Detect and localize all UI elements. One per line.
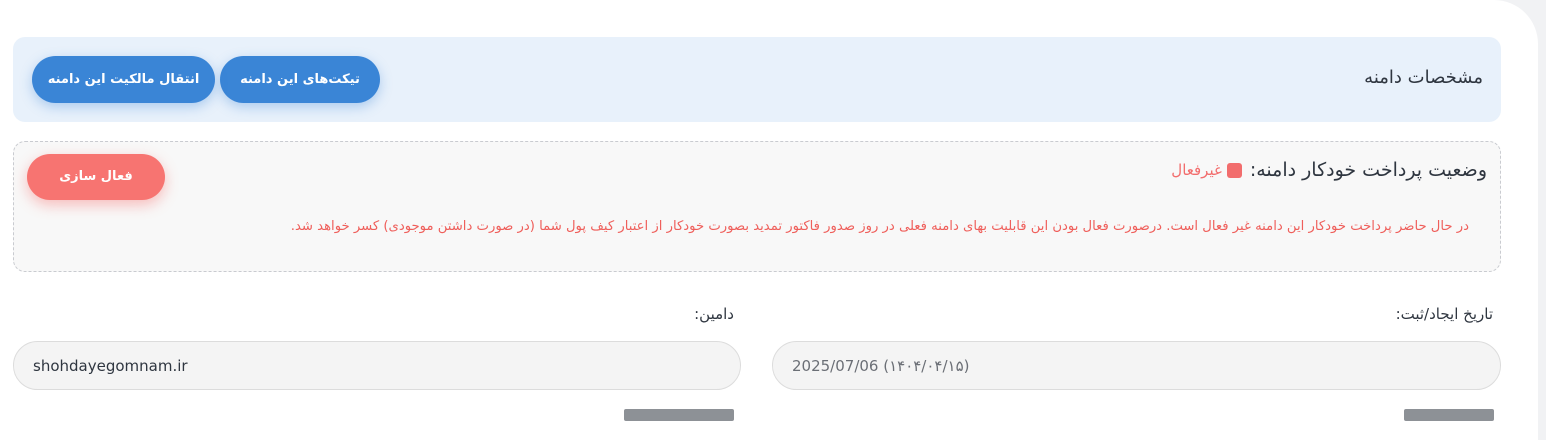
status-square-icon: [1226, 162, 1242, 178]
domain-field[interactable]: [13, 341, 741, 390]
activate-autopay-button[interactable]: فعال سازی: [27, 154, 165, 200]
domain-details-header: مشخصات دامنه تیکت‌های این دامنه انتقال م…: [13, 37, 1501, 122]
autopay-panel: وضعیت پرداخت خودکار دامنه: غیرفعال فعال …: [13, 141, 1501, 272]
next-field-label-cut: [624, 409, 734, 421]
autopay-description: در حال حاضر پرداخت خودکار این دامنه غیر …: [290, 219, 1469, 234]
status-badge: غیرفعال: [1171, 161, 1242, 179]
autopay-title-row: وضعیت پرداخت خودکار دامنه: غیرفعال: [1171, 159, 1487, 181]
domain-tickets-button[interactable]: تیکت‌های این دامنه: [220, 56, 380, 103]
created-date-field[interactable]: [772, 341, 1501, 390]
status-label: غیرفعال: [1171, 161, 1222, 179]
next-field-label-cut: [1404, 409, 1494, 421]
domain-label: دامین:: [694, 305, 734, 323]
transfer-ownership-button[interactable]: انتقال مالکیت این دامنه: [32, 56, 215, 103]
autopay-title: وضعیت پرداخت خودکار دامنه:: [1249, 159, 1487, 181]
domain-details-card: مشخصات دامنه تیکت‌های این دامنه انتقال م…: [0, 0, 1538, 440]
section-title: مشخصات دامنه: [1364, 67, 1483, 88]
created-date-label: تاریخ ایجاد/ثبت:: [1395, 305, 1493, 323]
